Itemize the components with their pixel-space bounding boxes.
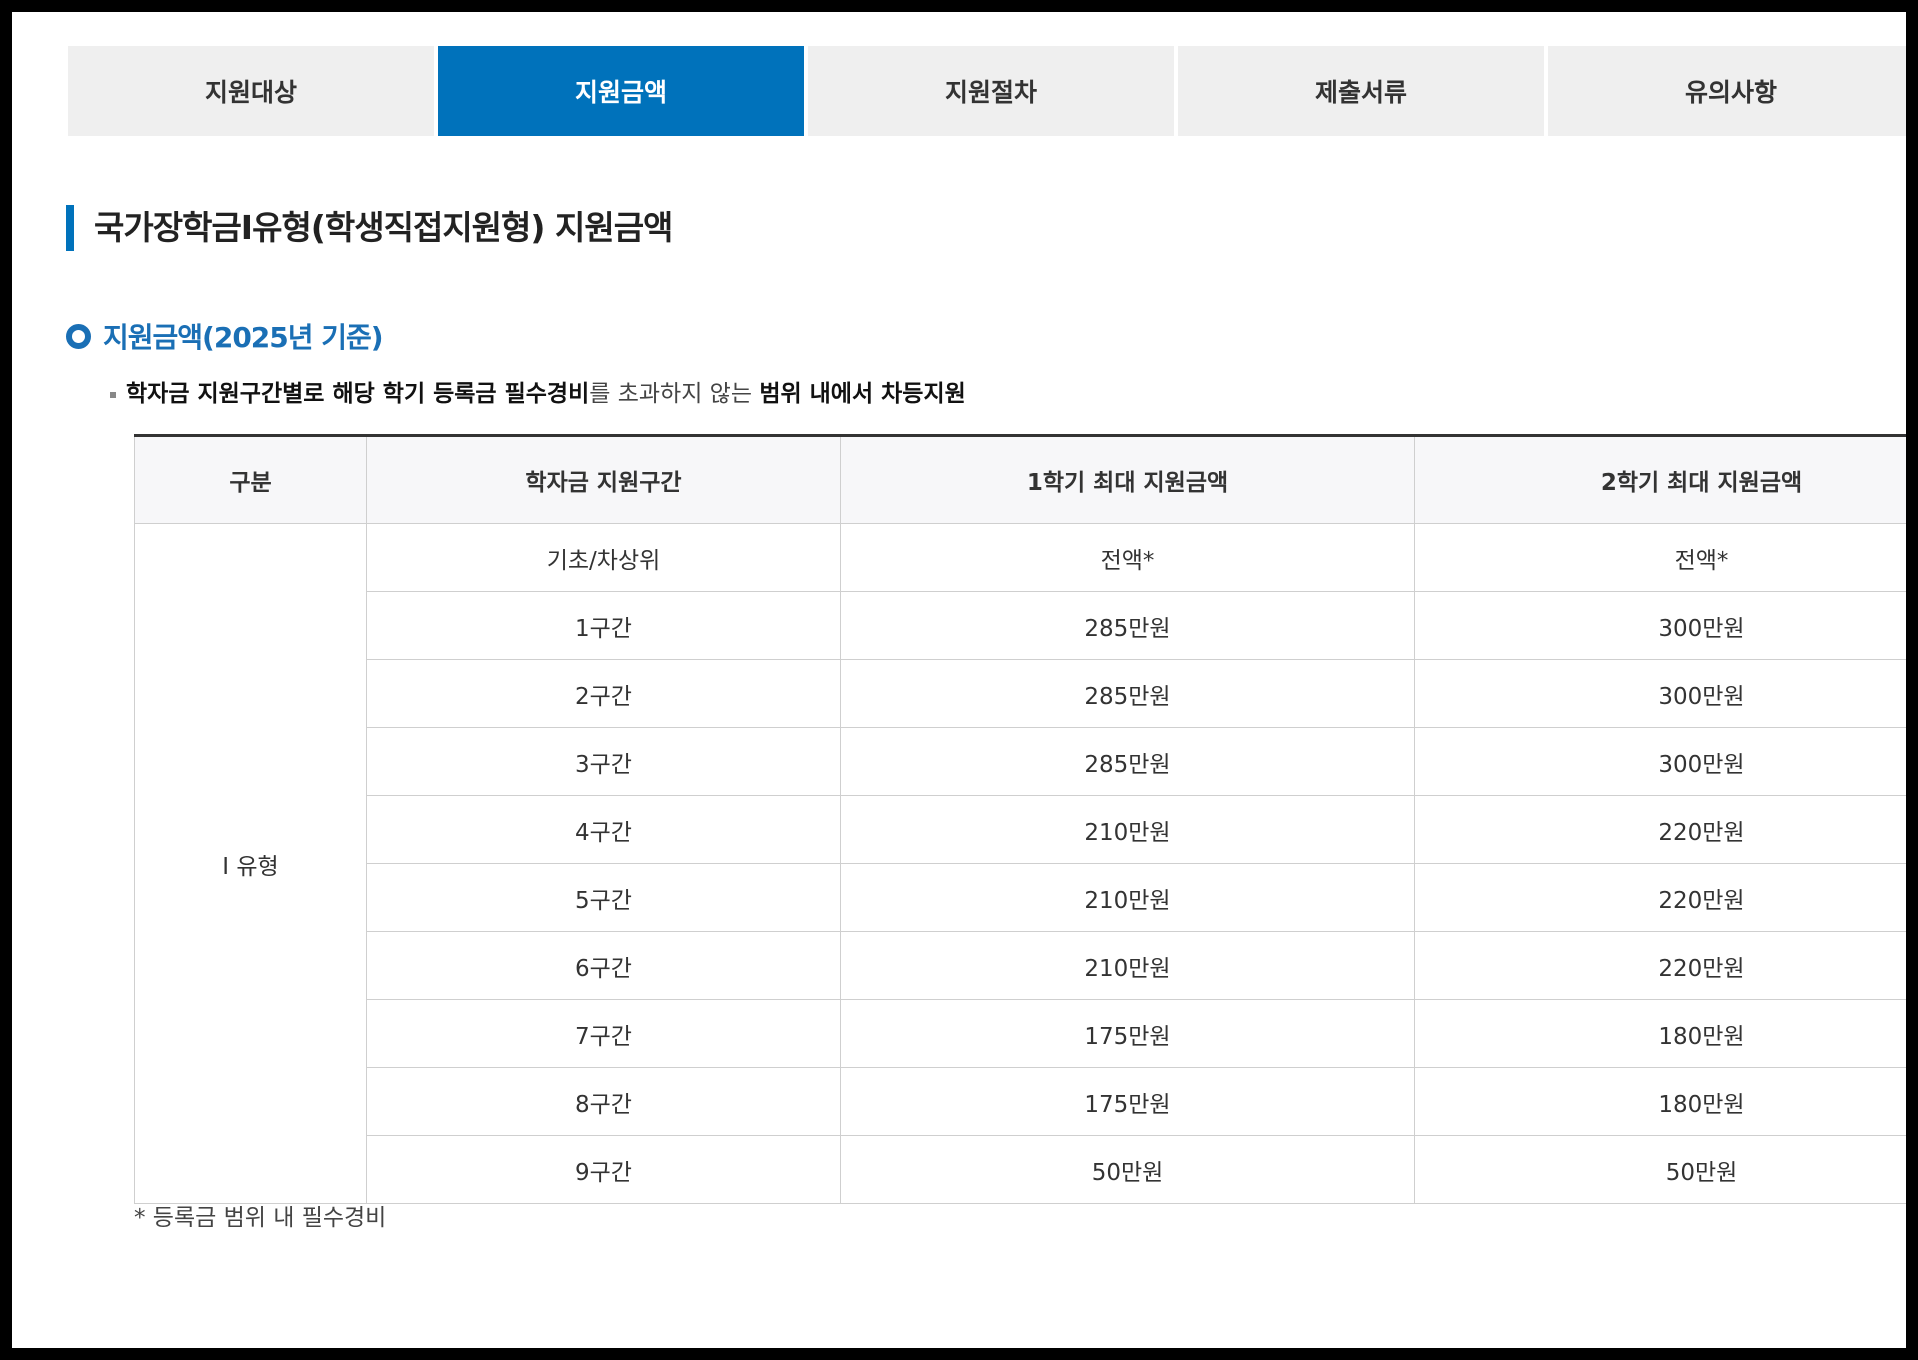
header-category: 구분: [134, 435, 367, 524]
table-row: 1구간 285만원 300만원: [135, 591, 1906, 660]
semester2-cell: 220만원: [1414, 795, 1906, 864]
semester1-cell: 210만원: [840, 795, 1415, 864]
bracket-cell: 5구간: [366, 863, 841, 932]
header-semester1: 1학기 최대 지원금액: [840, 435, 1415, 524]
tab-bar: 지원대상 지원금액 지원절차 제출서류 유의사항: [68, 46, 1906, 136]
semester1-cell: 210만원: [840, 863, 1415, 932]
semester1-cell: 전액*: [840, 523, 1415, 592]
tab-notes[interactable]: 유의사항: [1548, 46, 1906, 136]
table-row: 3구간 285만원 300만원: [135, 727, 1906, 796]
bracket-cell: 8구간: [366, 1067, 841, 1136]
section-title: 지원금액(2025년 기준): [66, 316, 384, 356]
bracket-cell: 기초/차상위: [366, 523, 841, 592]
table-row: 9구간 50만원 50만원: [135, 1135, 1906, 1204]
bracket-cell: 1구간: [366, 591, 841, 660]
table-row: 7구간 175만원 180만원: [135, 999, 1906, 1068]
bracket-cell: 7구간: [366, 999, 841, 1068]
semester2-cell: 180만원: [1414, 999, 1906, 1068]
semester2-cell: 전액*: [1414, 523, 1906, 592]
page-frame: 지원대상 지원금액 지원절차 제출서류 유의사항 국가장학금Ⅰ유형(학생직접지원…: [12, 12, 1906, 1348]
semester2-cell: 180만원: [1414, 1067, 1906, 1136]
tab-documents[interactable]: 제출서류: [1178, 46, 1544, 136]
table-row: 8구간 175만원 180만원: [135, 1067, 1906, 1136]
circle-bullet-icon: [66, 323, 91, 349]
table-row: 5구간 210만원 220만원: [135, 863, 1906, 932]
table-row: 6구간 210만원 220만원: [135, 931, 1906, 1000]
semester2-cell: 220만원: [1414, 863, 1906, 932]
tab-amount[interactable]: 지원금액: [438, 46, 804, 136]
semester1-cell: 210만원: [840, 931, 1415, 1000]
bracket-cell: 9구간: [366, 1135, 841, 1204]
semester2-cell: 300만원: [1414, 727, 1906, 796]
amount-table: 구분 학자금 지원구간 1학기 최대 지원금액 2학기 최대 지원금액 Ⅰ 유형…: [134, 434, 1906, 1204]
amount-table-wrap: 구분 학자금 지원구간 1학기 최대 지원금액 2학기 최대 지원금액 Ⅰ 유형…: [134, 434, 1906, 1204]
semester1-cell: 285만원: [840, 591, 1415, 660]
footnote: * 등록금 범위 내 필수경비: [134, 1205, 387, 1231]
semester2-cell: 300만원: [1414, 591, 1906, 660]
semester1-cell: 285만원: [840, 727, 1415, 796]
section-title-text: 지원금액(2025년 기준): [103, 321, 384, 354]
group-cell: Ⅰ 유형: [134, 523, 367, 1204]
description: 학자금 지원구간별로 해당 학기 등록금 필수경비를 초과하지 않는 범위 내에…: [110, 374, 966, 408]
square-bullet-icon: [110, 391, 116, 398]
semester2-cell: 220만원: [1414, 931, 1906, 1000]
page-title: 국가장학금Ⅰ유형(학생직접지원형) 지원금액: [66, 205, 673, 251]
description-normal: 를 초과하지 않는: [589, 381, 760, 407]
semester2-cell: 50만원: [1414, 1135, 1906, 1204]
semester1-cell: 285만원: [840, 659, 1415, 728]
header-bracket: 학자금 지원구간: [366, 435, 841, 524]
semester1-cell: 175만원: [840, 1067, 1415, 1136]
bracket-cell: 2구간: [366, 659, 841, 728]
table-row: 4구간 210만원 220만원: [135, 795, 1906, 864]
semester1-cell: 50만원: [840, 1135, 1415, 1204]
table-row: Ⅰ 유형 기초/차상위 전액* 전액*: [134, 523, 1906, 1204]
description-bold-2: 범위 내에서 차등지원: [759, 381, 966, 407]
table-header-row: 구분 학자금 지원구간 1학기 최대 지원금액 2학기 최대 지원금액: [134, 435, 1906, 524]
tab-procedure[interactable]: 지원절차: [808, 46, 1174, 136]
semester1-cell: 175만원: [840, 999, 1415, 1068]
bracket-cell: 6구간: [366, 931, 841, 1000]
bracket-cell: 4구간: [366, 795, 841, 864]
bracket-cell: 3구간: [366, 727, 841, 796]
header-semester2: 2학기 최대 지원금액: [1414, 435, 1906, 524]
description-bold-1: 학자금 지원구간별로 해당 학기 등록금 필수경비: [126, 381, 590, 407]
semester2-cell: 300만원: [1414, 659, 1906, 728]
tab-target[interactable]: 지원대상: [68, 46, 434, 136]
table-row: 2구간 285만원 300만원: [135, 659, 1906, 728]
